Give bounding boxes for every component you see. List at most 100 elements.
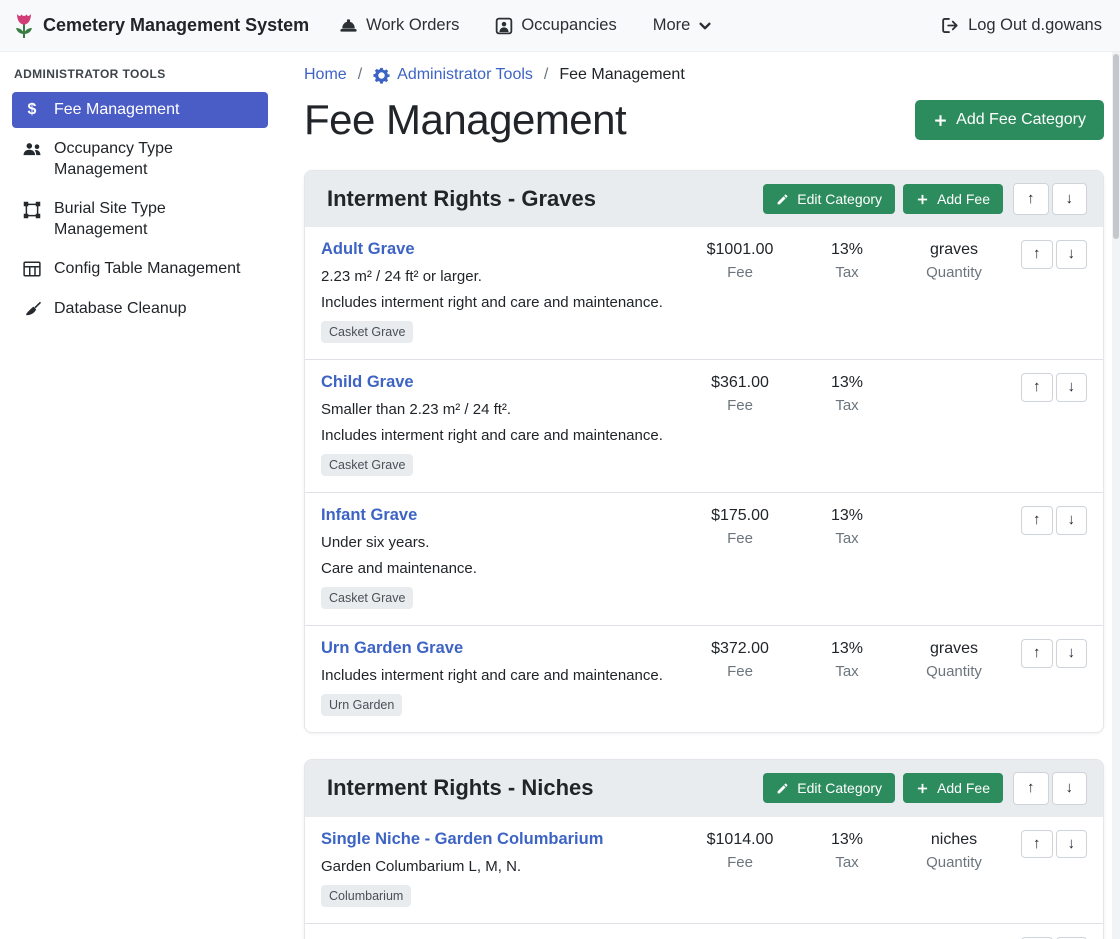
move-fee-down-button[interactable]: ↓ bbox=[1056, 240, 1088, 268]
move-fee-down-button[interactable]: ↓ bbox=[1056, 506, 1088, 534]
fee-amount: $175.00 bbox=[685, 507, 795, 526]
category-title: Interment Rights - Graves bbox=[321, 186, 763, 212]
breadcrumb-home[interactable]: Home bbox=[304, 66, 347, 84]
fee-tax: 13% bbox=[795, 507, 899, 526]
fee-tax-cell: 13% Tax bbox=[795, 240, 899, 281]
fee-tax-cell: 13% Tax bbox=[795, 639, 899, 680]
arrow-down-icon: ↓ bbox=[1068, 245, 1076, 262]
broom-icon bbox=[22, 299, 42, 318]
sidebar-item-occupancy-type[interactable]: Occupancy Type Management bbox=[12, 131, 268, 188]
move-fee-up-button[interactable]: ↑ bbox=[1021, 639, 1053, 667]
gear-icon bbox=[373, 67, 390, 84]
move-category-down-button[interactable]: ↓ bbox=[1052, 772, 1088, 804]
fee-tax-cell: 13% Tax bbox=[795, 373, 899, 414]
plus-icon bbox=[916, 782, 929, 795]
fee-amount: $1014.00 bbox=[685, 831, 795, 850]
fee-amount-label: Fee bbox=[685, 530, 795, 547]
fee-info: Child Grave Smaller than 2.23 m² / 24 ft… bbox=[321, 373, 685, 476]
logout-label: Log Out d.gowans bbox=[968, 16, 1102, 35]
move-fee-up-button[interactable]: ↑ bbox=[1021, 373, 1053, 401]
move-fee-up-button[interactable]: ↑ bbox=[1021, 506, 1053, 534]
fee-tax: 13% bbox=[795, 241, 899, 260]
fee-amount-cell: $175.00 Fee bbox=[685, 506, 795, 547]
fee-type-badge: Casket Grave bbox=[321, 321, 413, 343]
fee-quantity-label: Quantity bbox=[899, 264, 1009, 281]
fee-description-line: Smaller than 2.23 m² / 24 ft². bbox=[321, 401, 685, 418]
move-fee-down-button[interactable]: ↓ bbox=[1056, 830, 1088, 858]
logout-link[interactable]: Log Out d.gowans bbox=[941, 16, 1102, 35]
sidebar-item-database-cleanup[interactable]: Database Cleanup bbox=[12, 291, 268, 327]
arrow-up-icon: ↑ bbox=[1027, 190, 1035, 207]
category-card-graves: Interment Rights - Graves Edit Category … bbox=[304, 170, 1104, 733]
page-title: Fee Management bbox=[304, 96, 626, 144]
fee-name-link[interactable]: Child Grave bbox=[321, 373, 414, 391]
arrow-down-icon: ↓ bbox=[1066, 779, 1074, 796]
arrow-down-icon: ↓ bbox=[1068, 644, 1076, 661]
fee-reorder-controls: ↑ ↓ bbox=[1009, 373, 1087, 401]
arrow-down-icon: ↓ bbox=[1066, 190, 1074, 207]
sidebar-item-config-table[interactable]: Config Table Management bbox=[12, 251, 268, 287]
fee-amount-cell: $361.00 Fee bbox=[685, 373, 795, 414]
dollar-icon: $ bbox=[22, 100, 42, 118]
fee-reorder-controls: ↑ ↓ bbox=[1009, 830, 1087, 858]
category-actions: Edit Category Add Fee ↑ ↓ bbox=[763, 183, 1087, 215]
scrollbar-thumb[interactable] bbox=[1113, 54, 1119, 239]
fee-description-line: Care and maintenance. bbox=[321, 560, 685, 577]
arrow-up-icon: ↑ bbox=[1033, 511, 1041, 528]
nav-work-orders-label: Work Orders bbox=[366, 16, 459, 35]
sidebar-item-burial-site-type[interactable]: Burial Site Type Management bbox=[12, 191, 268, 248]
fee-amount: $372.00 bbox=[685, 640, 795, 659]
plot-frame-icon bbox=[22, 199, 42, 219]
move-fee-up-button[interactable]: ↑ bbox=[1021, 830, 1053, 858]
fee-quantity-cell: graves Quantity bbox=[899, 240, 1009, 281]
fee-quantity-label: Quantity bbox=[899, 663, 1009, 680]
fee-amount-cell: $1014.00 Fee bbox=[685, 830, 795, 871]
nav-more-label: More bbox=[653, 16, 691, 35]
fee-type-badge: Urn Garden bbox=[321, 694, 402, 716]
move-category-up-button[interactable]: ↑ bbox=[1013, 183, 1049, 215]
main-content: Home / Administrator Tools / Fee Managem… bbox=[280, 52, 1120, 939]
nav-work-orders[interactable]: Work Orders bbox=[339, 16, 459, 35]
fee-name-link[interactable]: Infant Grave bbox=[321, 506, 417, 524]
fee-tax-label: Tax bbox=[795, 264, 899, 281]
sidebar: ADMINISTRATOR TOOLS $ Fee Management Occ… bbox=[0, 52, 280, 939]
add-fee-label: Add Fee bbox=[937, 191, 990, 207]
move-fee-down-button[interactable]: ↓ bbox=[1056, 373, 1088, 401]
category-card-niches: Interment Rights - Niches Edit Category … bbox=[304, 759, 1104, 939]
fee-name-link[interactable]: Adult Grave bbox=[321, 240, 415, 258]
fee-description-line: Under six years. bbox=[321, 534, 685, 551]
sidebar-item-fee-management[interactable]: $ Fee Management bbox=[12, 92, 268, 128]
fee-amount-label: Fee bbox=[685, 264, 795, 281]
app-brand[interactable]: Cemetery Management System bbox=[14, 12, 309, 39]
fee-tax-label: Tax bbox=[795, 854, 899, 871]
arrow-down-icon: ↓ bbox=[1068, 511, 1076, 528]
add-fee-category-button[interactable]: Add Fee Category bbox=[915, 100, 1104, 140]
fee-name-link[interactable]: Single Niche - Garden Columbarium bbox=[321, 830, 603, 848]
move-fee-up-button[interactable]: ↑ bbox=[1021, 240, 1053, 268]
fee-amount: $1001.00 bbox=[685, 241, 795, 260]
fee-info: Adult Grave 2.23 m² / 24 ft² or larger. … bbox=[321, 240, 685, 343]
nav-more[interactable]: More bbox=[653, 16, 713, 35]
nav-occupancies[interactable]: Occupancies bbox=[495, 16, 616, 35]
fee-tax: 13% bbox=[795, 831, 899, 850]
sidebar-item-label: Database Cleanup bbox=[54, 299, 187, 319]
move-category-up-button[interactable]: ↑ bbox=[1013, 772, 1049, 804]
plus-icon bbox=[916, 193, 929, 206]
fee-reorder-controls: ↑ ↓ bbox=[1009, 639, 1087, 667]
add-fee-category-label: Add Fee Category bbox=[956, 111, 1086, 129]
nav-links: Work Orders Occupancies More bbox=[339, 16, 712, 35]
edit-category-button[interactable]: Edit Category bbox=[763, 773, 895, 803]
move-fee-down-button[interactable]: ↓ bbox=[1056, 639, 1088, 667]
fee-amount-label: Fee bbox=[685, 854, 795, 871]
fee-row: Single Niche - Garden Columbarium Garden… bbox=[305, 817, 1103, 923]
breadcrumb-admin-tools[interactable]: Administrator Tools bbox=[373, 66, 533, 84]
add-fee-button[interactable]: Add Fee bbox=[903, 184, 1003, 214]
add-fee-button[interactable]: Add Fee bbox=[903, 773, 1003, 803]
fee-quantity bbox=[899, 374, 1009, 393]
top-navbar: Cemetery Management System Work Orders bbox=[0, 0, 1120, 52]
move-category-down-button[interactable]: ↓ bbox=[1052, 183, 1088, 215]
edit-category-button[interactable]: Edit Category bbox=[763, 184, 895, 214]
plus-icon bbox=[933, 113, 948, 128]
fee-name-link[interactable]: Urn Garden Grave bbox=[321, 639, 463, 657]
vertical-scrollbar[interactable] bbox=[1112, 52, 1120, 939]
